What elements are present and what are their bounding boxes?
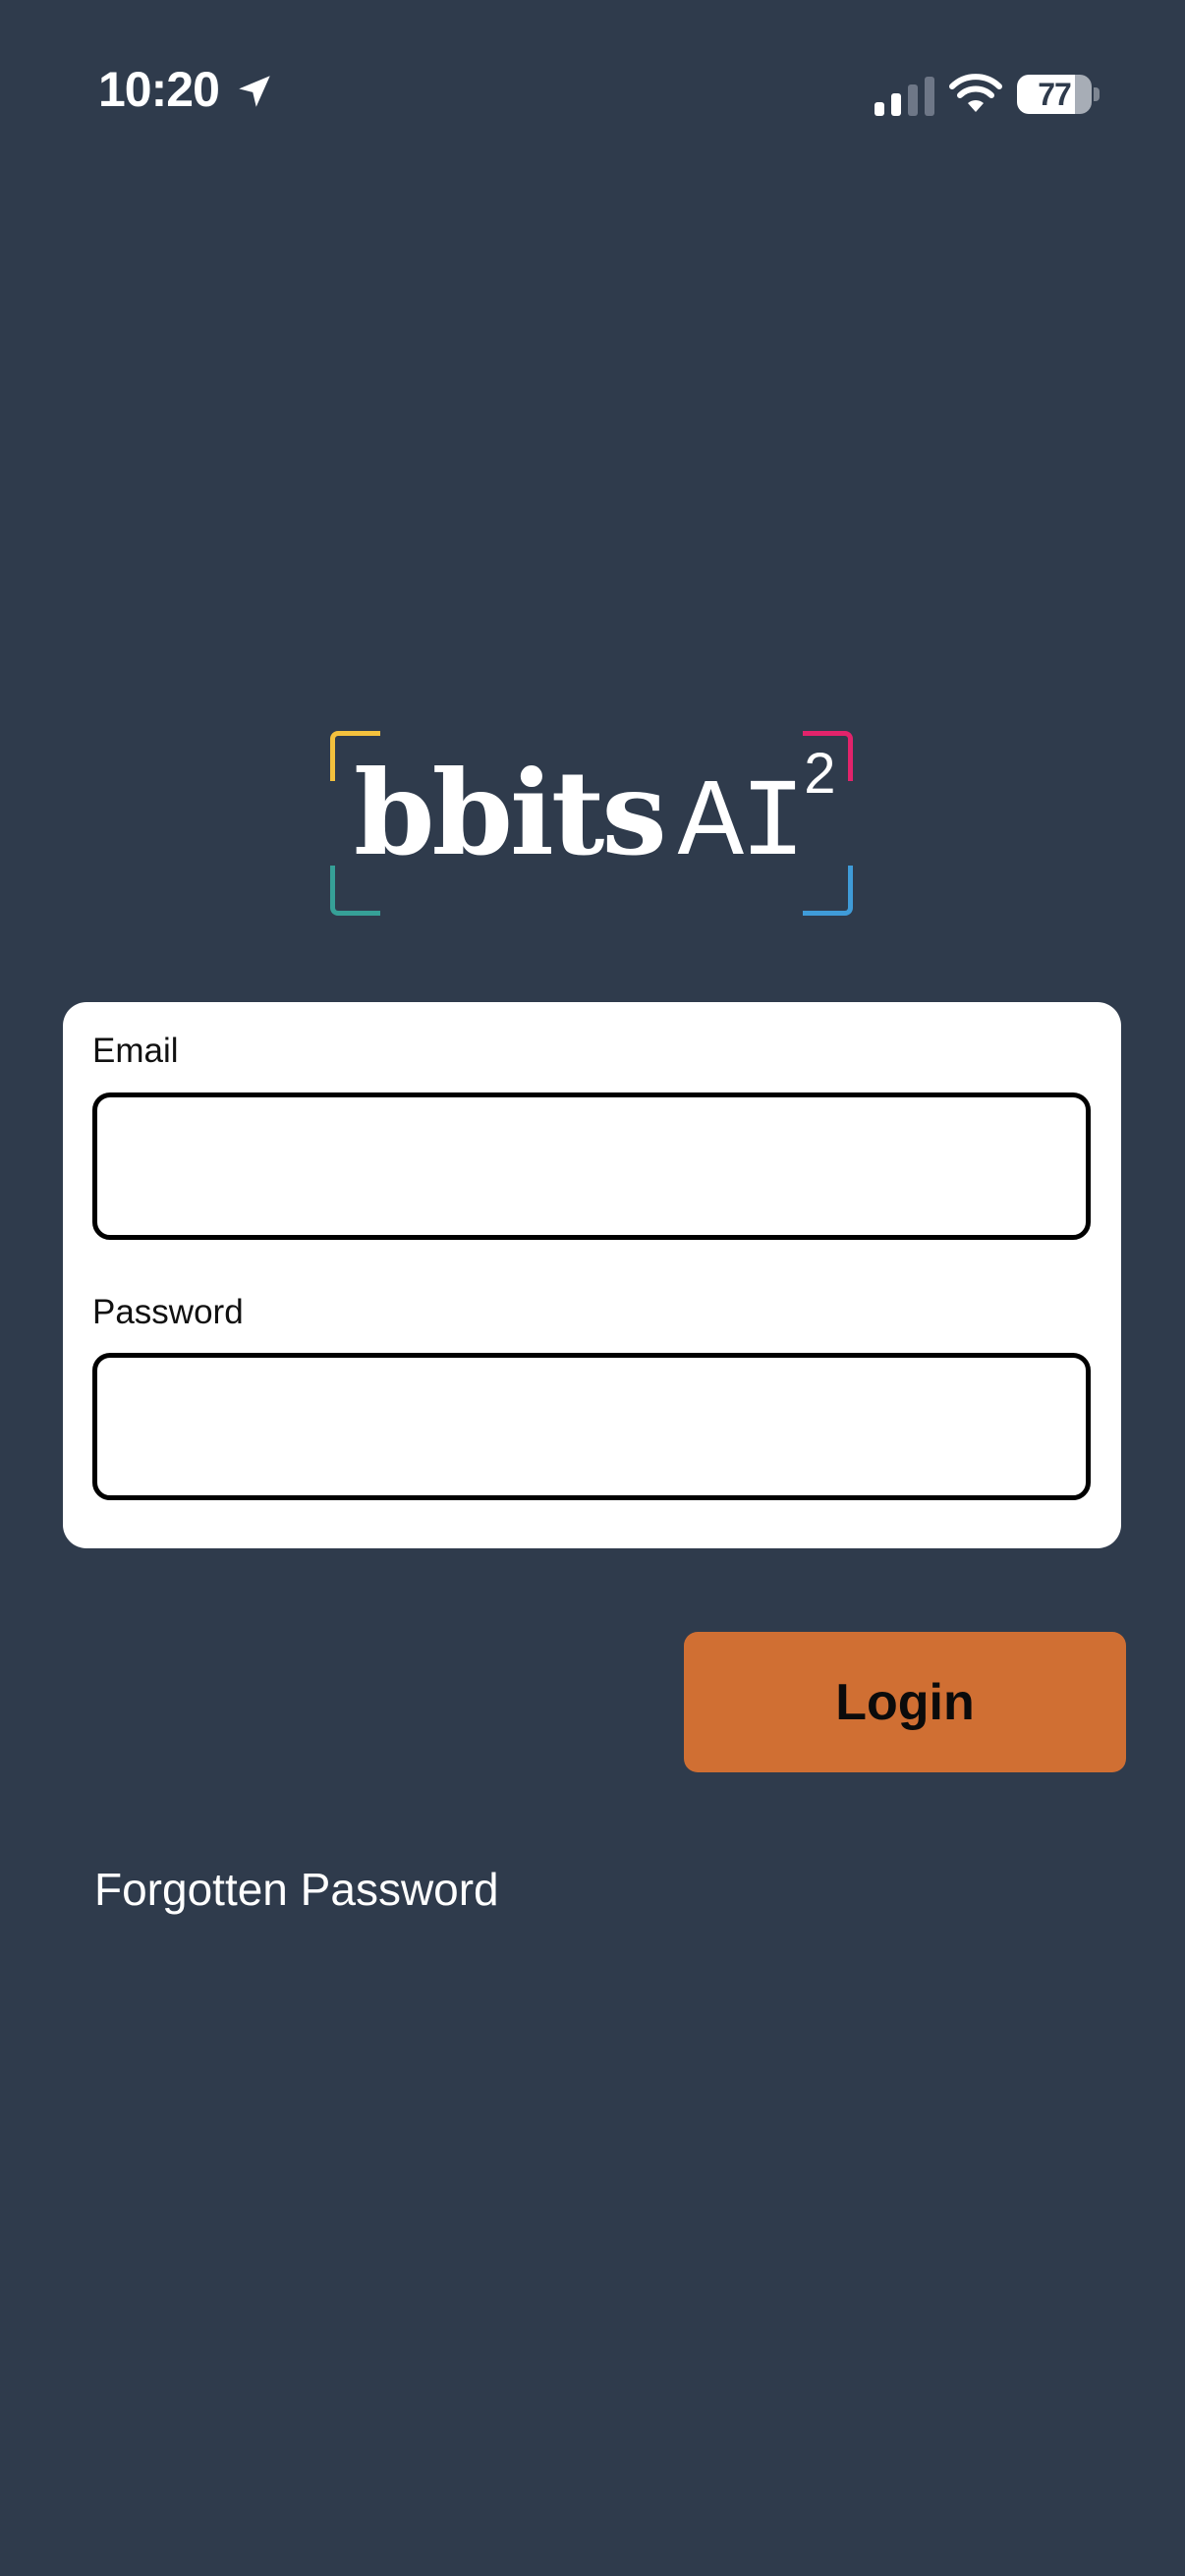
location-arrow-icon [239, 76, 270, 107]
wifi-icon [949, 74, 1002, 112]
battery-cap [1094, 87, 1100, 101]
password-field[interactable] [92, 1353, 1091, 1500]
email-field[interactable] [92, 1092, 1091, 1240]
battery-icon: 77 [1017, 75, 1092, 114]
cellular-signal-icon [875, 77, 934, 116]
login-button[interactable]: Login [684, 1632, 1126, 1772]
bbits-logo: bbits AI2 [330, 731, 853, 916]
battery-level: 77 [1038, 76, 1072, 112]
login-form-card: Email Password [63, 1002, 1121, 1548]
logo-wordmark: bbits AI2 [354, 742, 836, 887]
email-label: Email [92, 1032, 179, 1070]
password-label: Password [92, 1293, 244, 1331]
status-time: 10:20 [98, 62, 220, 117]
logo-word-ai: AI [677, 762, 806, 887]
forgotten-password-link[interactable]: Forgotten Password [94, 1863, 499, 1916]
logo-word-bbits: bbits [354, 745, 667, 881]
status-bar: 10:20 77 [0, 0, 1185, 147]
logo-superscript: 2 [804, 742, 836, 806]
login-screen: 10:20 77 bbits AI2 Email Password Login … [0, 0, 1185, 2576]
